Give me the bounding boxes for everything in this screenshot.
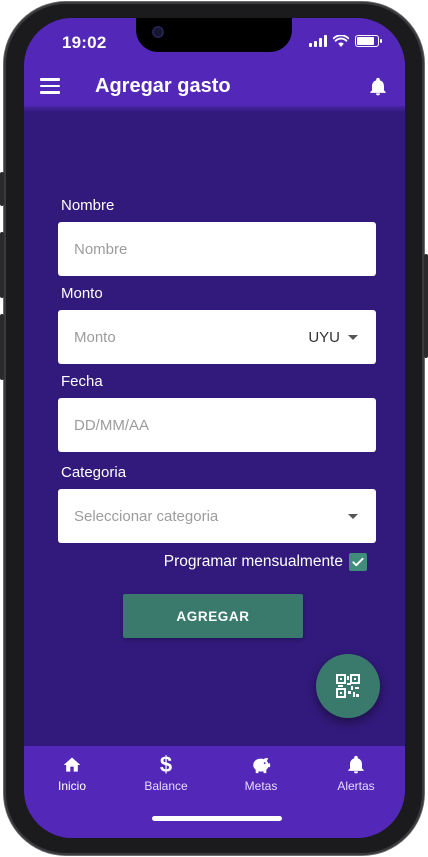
status-time: 19:02 xyxy=(62,33,107,52)
nav-label-metas: Metas xyxy=(244,779,278,793)
nav-item-inicio[interactable]: Inicio xyxy=(32,754,112,793)
signal-icon xyxy=(309,35,327,47)
nav-item-metas[interactable]: Metas xyxy=(221,754,301,793)
menu-icon[interactable] xyxy=(40,78,60,94)
app-bar-shadow xyxy=(24,106,405,112)
bottom-nav: Inicio $ Balance Metas Alertas xyxy=(24,746,405,838)
monto-input[interactable]: Monto UYU xyxy=(58,310,376,364)
schedule-label: Programar mensualmente xyxy=(163,553,343,570)
silent-switch xyxy=(0,172,4,206)
fecha-label: Fecha xyxy=(61,373,103,390)
schedule-checkbox[interactable] xyxy=(349,553,367,571)
categoria-placeholder: Seleccionar categoria xyxy=(74,507,219,525)
app-screen: 19:02 Agregar gasto Nombre Nombre Monto … xyxy=(24,18,405,838)
status-bar: 19:02 xyxy=(24,18,405,68)
status-icons xyxy=(309,35,382,47)
schedule-row: Programar mensualmente xyxy=(164,553,367,571)
categoria-dropdown-toggle[interactable] xyxy=(348,513,358,519)
volume-up-button xyxy=(0,232,4,298)
power-button xyxy=(424,254,428,358)
categoria-label: Categoria xyxy=(61,464,127,481)
home-indicator[interactable] xyxy=(152,816,282,821)
battery-icon xyxy=(355,35,382,47)
categoria-select[interactable]: Seleccionar categoria xyxy=(58,489,376,543)
nombre-input[interactable]: Nombre xyxy=(58,222,376,276)
camera-icon xyxy=(152,26,164,38)
qr-scan-button[interactable] xyxy=(316,654,380,718)
volume-down-button xyxy=(0,314,4,380)
chevron-down-icon xyxy=(348,513,358,519)
nombre-placeholder: Nombre xyxy=(74,240,128,258)
fecha-input[interactable]: DD/MM/AA xyxy=(58,398,376,452)
nav-label-balance: Balance xyxy=(144,779,188,793)
home-icon xyxy=(63,757,81,772)
nav-item-alertas[interactable]: Alertas xyxy=(316,754,396,793)
nav-label-inicio: Inicio xyxy=(57,779,86,793)
monto-placeholder: Monto xyxy=(74,328,116,346)
check-icon xyxy=(352,557,364,567)
piggy-bank-icon xyxy=(253,758,271,774)
currency-select[interactable]: UYU xyxy=(308,329,358,346)
dollar-icon: $ xyxy=(159,752,173,777)
bell-icon xyxy=(348,755,364,774)
bell-icon[interactable] xyxy=(368,77,388,97)
monto-label: Monto xyxy=(61,285,103,302)
page-title: Agregar gasto xyxy=(95,75,231,97)
currency-value: UYU xyxy=(308,328,340,346)
app-bar: Agregar gasto xyxy=(24,68,405,106)
nav-label-alertas: Alertas xyxy=(337,779,375,793)
nav-item-balance[interactable]: $ Balance xyxy=(126,752,206,794)
nombre-label: Nombre xyxy=(61,197,115,214)
qr-code-icon xyxy=(336,674,360,698)
wifi-icon xyxy=(333,35,349,47)
agregar-button[interactable]: AGREGAR xyxy=(123,594,303,638)
chevron-down-icon xyxy=(348,334,358,340)
fecha-placeholder: DD/MM/AA xyxy=(74,416,149,434)
